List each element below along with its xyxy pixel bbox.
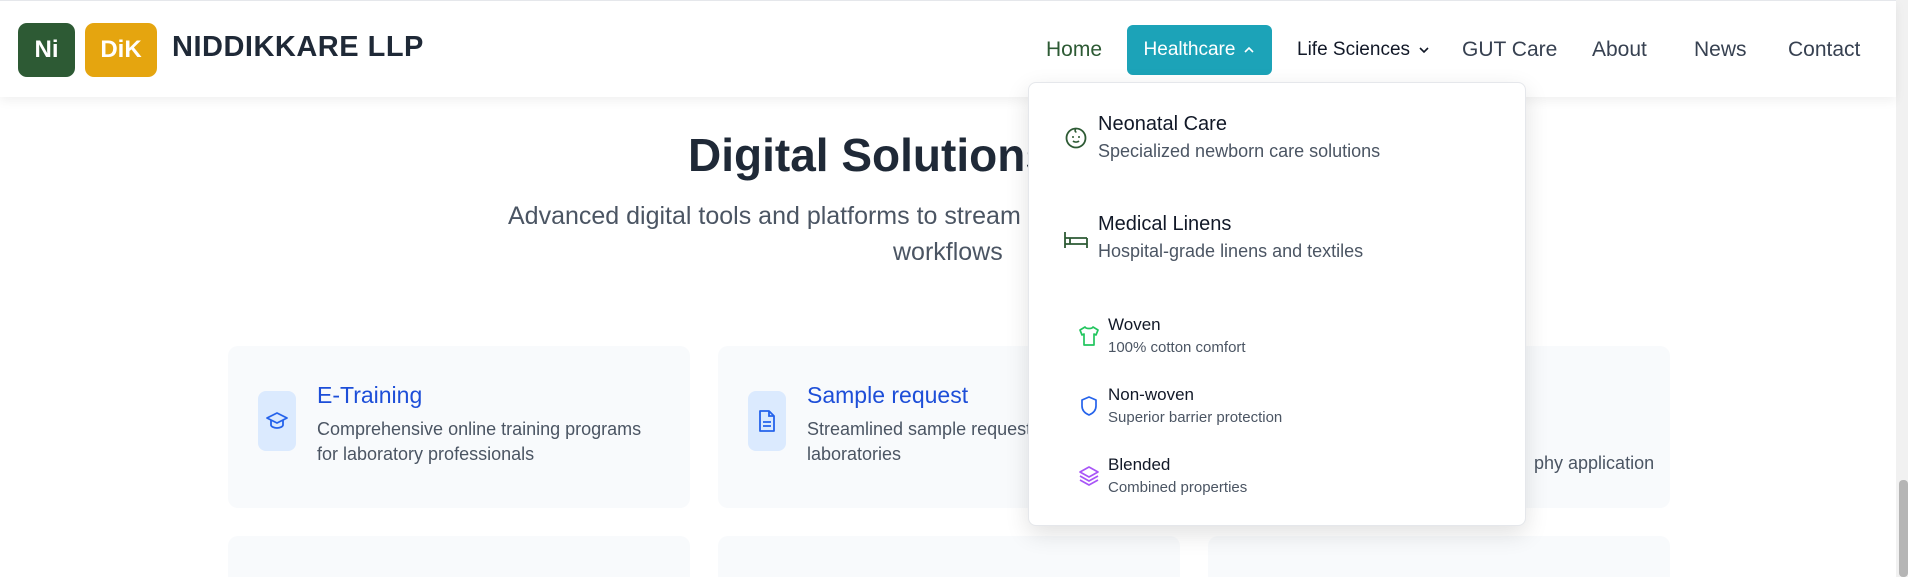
menu-item-neonatal-care[interactable]: Neonatal Care Specialized newborn care s… xyxy=(1029,113,1525,183)
nav-life-sciences[interactable]: Life Sciences xyxy=(1297,25,1430,75)
bed-icon xyxy=(1063,227,1089,253)
submenu-item-description: Superior barrier protection xyxy=(1108,409,1283,426)
chevron-up-icon xyxy=(1243,44,1255,56)
menu-item-title: Medical Linens xyxy=(1098,213,1232,235)
submenu-item-blended[interactable]: Blended Combined properties xyxy=(1029,455,1525,505)
menu-item-description: Hospital-grade linens and textiles xyxy=(1098,241,1364,261)
layers-icon xyxy=(1076,463,1102,489)
nav-contact[interactable]: Contact xyxy=(1788,25,1860,75)
section-title: Digital Solutions xyxy=(688,129,1051,181)
submenu-item-description: Combined properties xyxy=(1108,479,1248,496)
nav-healthcare[interactable]: Healthcare xyxy=(1127,25,1272,75)
nav-gut-care[interactable]: GUT Care xyxy=(1462,25,1557,75)
scrollbar-thumb[interactable] xyxy=(1899,480,1908,577)
nav-gut-care-label: GUT Care xyxy=(1462,38,1558,61)
submenu-item-description: 100% cotton comfort xyxy=(1108,339,1246,356)
chevron-down-icon xyxy=(1418,44,1430,56)
nav-news[interactable]: News xyxy=(1694,25,1747,75)
shirt-icon xyxy=(1076,323,1102,349)
nav-about[interactable]: About xyxy=(1592,25,1647,75)
menu-item-title: Neonatal Care xyxy=(1098,113,1227,135)
card-row2-3[interactable] xyxy=(1208,536,1670,577)
baby-face-icon xyxy=(1063,125,1089,151)
card-description: Comprehensive online training programs f… xyxy=(317,419,642,464)
menu-item-description: Specialized newborn care solutions xyxy=(1098,141,1381,161)
nav-home[interactable]: Home xyxy=(1046,25,1102,75)
nav-home-label: Home xyxy=(1046,38,1103,61)
logo-ni[interactable]: Ni xyxy=(18,23,75,77)
card-row2-2[interactable] xyxy=(718,536,1180,577)
submenu-item-title: Non-woven xyxy=(1108,385,1194,404)
card-title[interactable]: Sample request xyxy=(807,382,968,409)
healthcare-dropdown-menu: Neonatal Care Specialized newborn care s… xyxy=(1028,82,1526,526)
card-e-training[interactable]: E-Training Comprehensive online training… xyxy=(228,346,690,508)
card-title[interactable]: E-Training xyxy=(317,382,422,409)
document-icon xyxy=(748,391,786,451)
logo-dik[interactable]: DiK xyxy=(85,23,157,77)
nav-healthcare-label: Healthcare xyxy=(1143,39,1236,60)
shield-icon xyxy=(1076,393,1102,419)
site-header: Ni DiK NIDDIKKARE LLP Home Healthcare Li… xyxy=(0,0,1896,97)
card-row2-1[interactable] xyxy=(228,536,690,577)
menu-item-medical-linens[interactable]: Medical Linens Hospital-grade linens and… xyxy=(1029,213,1525,283)
submenu-item-non-woven[interactable]: Non-woven Superior barrier protection xyxy=(1029,385,1525,435)
nav-about-label: About xyxy=(1592,38,1647,61)
graduation-cap-icon xyxy=(258,391,296,451)
brand-name[interactable]: NIDDIKKARE LLP xyxy=(172,31,424,64)
nav-contact-label: Contact xyxy=(1788,38,1861,61)
page: Ni DiK NIDDIKKARE LLP Home Healthcare Li… xyxy=(0,0,1908,577)
submenu-item-title: Woven xyxy=(1108,315,1161,334)
submenu-item-woven[interactable]: Woven 100% cotton comfort xyxy=(1029,315,1525,365)
card-description: phy application xyxy=(1534,453,1655,473)
nav-news-label: News xyxy=(1694,38,1747,61)
submenu-item-title: Blended xyxy=(1108,455,1171,474)
nav-life-sciences-label: Life Sciences xyxy=(1297,39,1411,60)
